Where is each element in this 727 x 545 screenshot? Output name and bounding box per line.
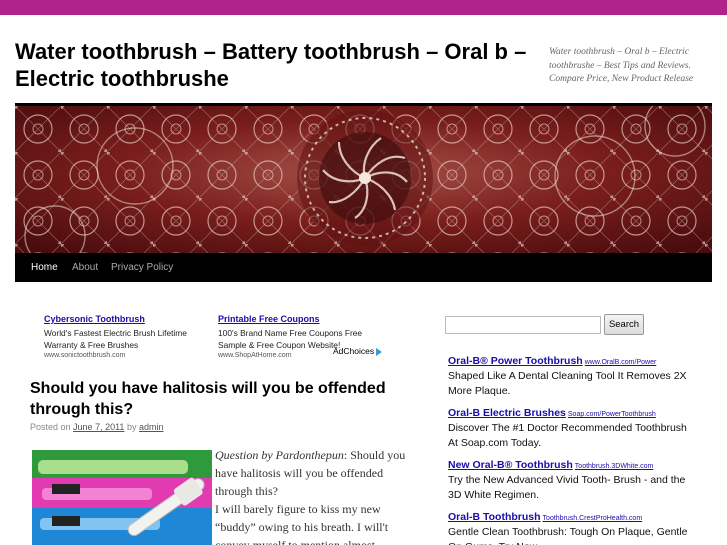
sidebar-ad-text: Try the New Advanced Vivid Tooth- Brush … bbox=[448, 474, 686, 501]
post-meta: Posted on June 7, 2011 by admin bbox=[30, 422, 164, 432]
sidebar-ad-url[interactable]: Toothbrush.3DWhite.com bbox=[575, 463, 654, 470]
top-ad-unit: Cybersonic Toothbrush World's Fastest El… bbox=[44, 313, 204, 361]
search-input[interactable] bbox=[445, 316, 601, 334]
sidebar-ad-title[interactable]: Oral-B Toothbrush bbox=[448, 511, 541, 523]
sidebar-ad-title[interactable]: New Oral-B® Toothbrush bbox=[448, 459, 573, 471]
site-title[interactable]: Water toothbrush – Battery toothbrush – … bbox=[15, 38, 540, 92]
top-accent-bar bbox=[0, 0, 727, 15]
top-ad-url[interactable]: www.sonictoothbrush.com bbox=[44, 351, 204, 361]
nav-item-about[interactable]: About bbox=[72, 253, 98, 282]
sidebar-ad-text: Shaped Like A Dental Cleaning Tool It Re… bbox=[448, 370, 687, 397]
sidebar-ad-title[interactable]: Oral-B® Power Toothbrush bbox=[448, 355, 583, 367]
sidebar-ad-url[interactable]: Toothbrush.CrestProHealth.com bbox=[543, 515, 643, 522]
toothbrush-pack-image bbox=[32, 450, 212, 545]
site-description: Water toothbrush – Oral b – Electric too… bbox=[549, 47, 694, 84]
top-ad-text: World's Fastest Electric Brush Lifetime … bbox=[44, 328, 187, 350]
nav-item-privacy-policy[interactable]: Privacy Policy bbox=[111, 253, 173, 282]
post-body-text: I will barely figure to kiss my new “bud… bbox=[215, 502, 389, 545]
top-ad-link[interactable]: Printable Free Coupons bbox=[218, 313, 378, 325]
post-content: Question by Pardonthepun: Should you hav… bbox=[215, 446, 410, 545]
post-meta-by: by bbox=[126, 422, 137, 432]
sidebar-ad-url[interactable]: Soap.com/PowerToothbrush bbox=[568, 411, 656, 418]
sidebar-ad: Oral-B Electric Brushes Soap.com/PowerToo… bbox=[448, 405, 698, 451]
post-date-link[interactable]: June 7, 2011 bbox=[73, 422, 124, 432]
sidebar-ad-text: Discover The #1 Doctor Recommended Tooth… bbox=[448, 422, 687, 449]
nav-item-home[interactable]: Home bbox=[31, 253, 58, 282]
sidebar-ad: Oral-B® Power Toothbrush www.OralB.com/Po… bbox=[448, 353, 698, 399]
header-banner-image bbox=[15, 106, 712, 253]
adchoices-label: AdChoices bbox=[333, 346, 375, 356]
sidebar-ad: New Oral-B® Toothbrush Toothbrush.3DWhite… bbox=[448, 457, 698, 503]
sidebar-ad-text: Gentle Clean Toothbrush: Tough On Plaque… bbox=[448, 526, 688, 545]
post-author-link[interactable]: admin bbox=[139, 422, 164, 432]
sidebar-ad-block: Oral-B® Power Toothbrush www.OralB.com/Po… bbox=[448, 353, 698, 545]
post-title[interactable]: Should you have halitosis will you be of… bbox=[30, 378, 400, 420]
sidebar-ad-url[interactable]: www.OralB.com/Power bbox=[585, 359, 657, 366]
banner-pattern bbox=[15, 106, 712, 253]
post-question-label: Question by Pardonthepun bbox=[215, 448, 344, 462]
sidebar-ad: Oral-B Toothbrush Toothbrush.CrestProHeal… bbox=[448, 509, 698, 545]
post-meta-prefix: Posted on bbox=[30, 422, 71, 432]
post-image bbox=[32, 450, 212, 545]
adchoices-icon bbox=[376, 347, 383, 356]
top-ad-link[interactable]: Cybersonic Toothbrush bbox=[44, 313, 204, 325]
adchoices-badge[interactable]: AdChoices bbox=[333, 346, 383, 356]
main-navigation: Home About Privacy Policy bbox=[15, 253, 712, 282]
search-button[interactable]: Search bbox=[604, 314, 644, 335]
sidebar-ad-title[interactable]: Oral-B Electric Brushes bbox=[448, 407, 566, 419]
